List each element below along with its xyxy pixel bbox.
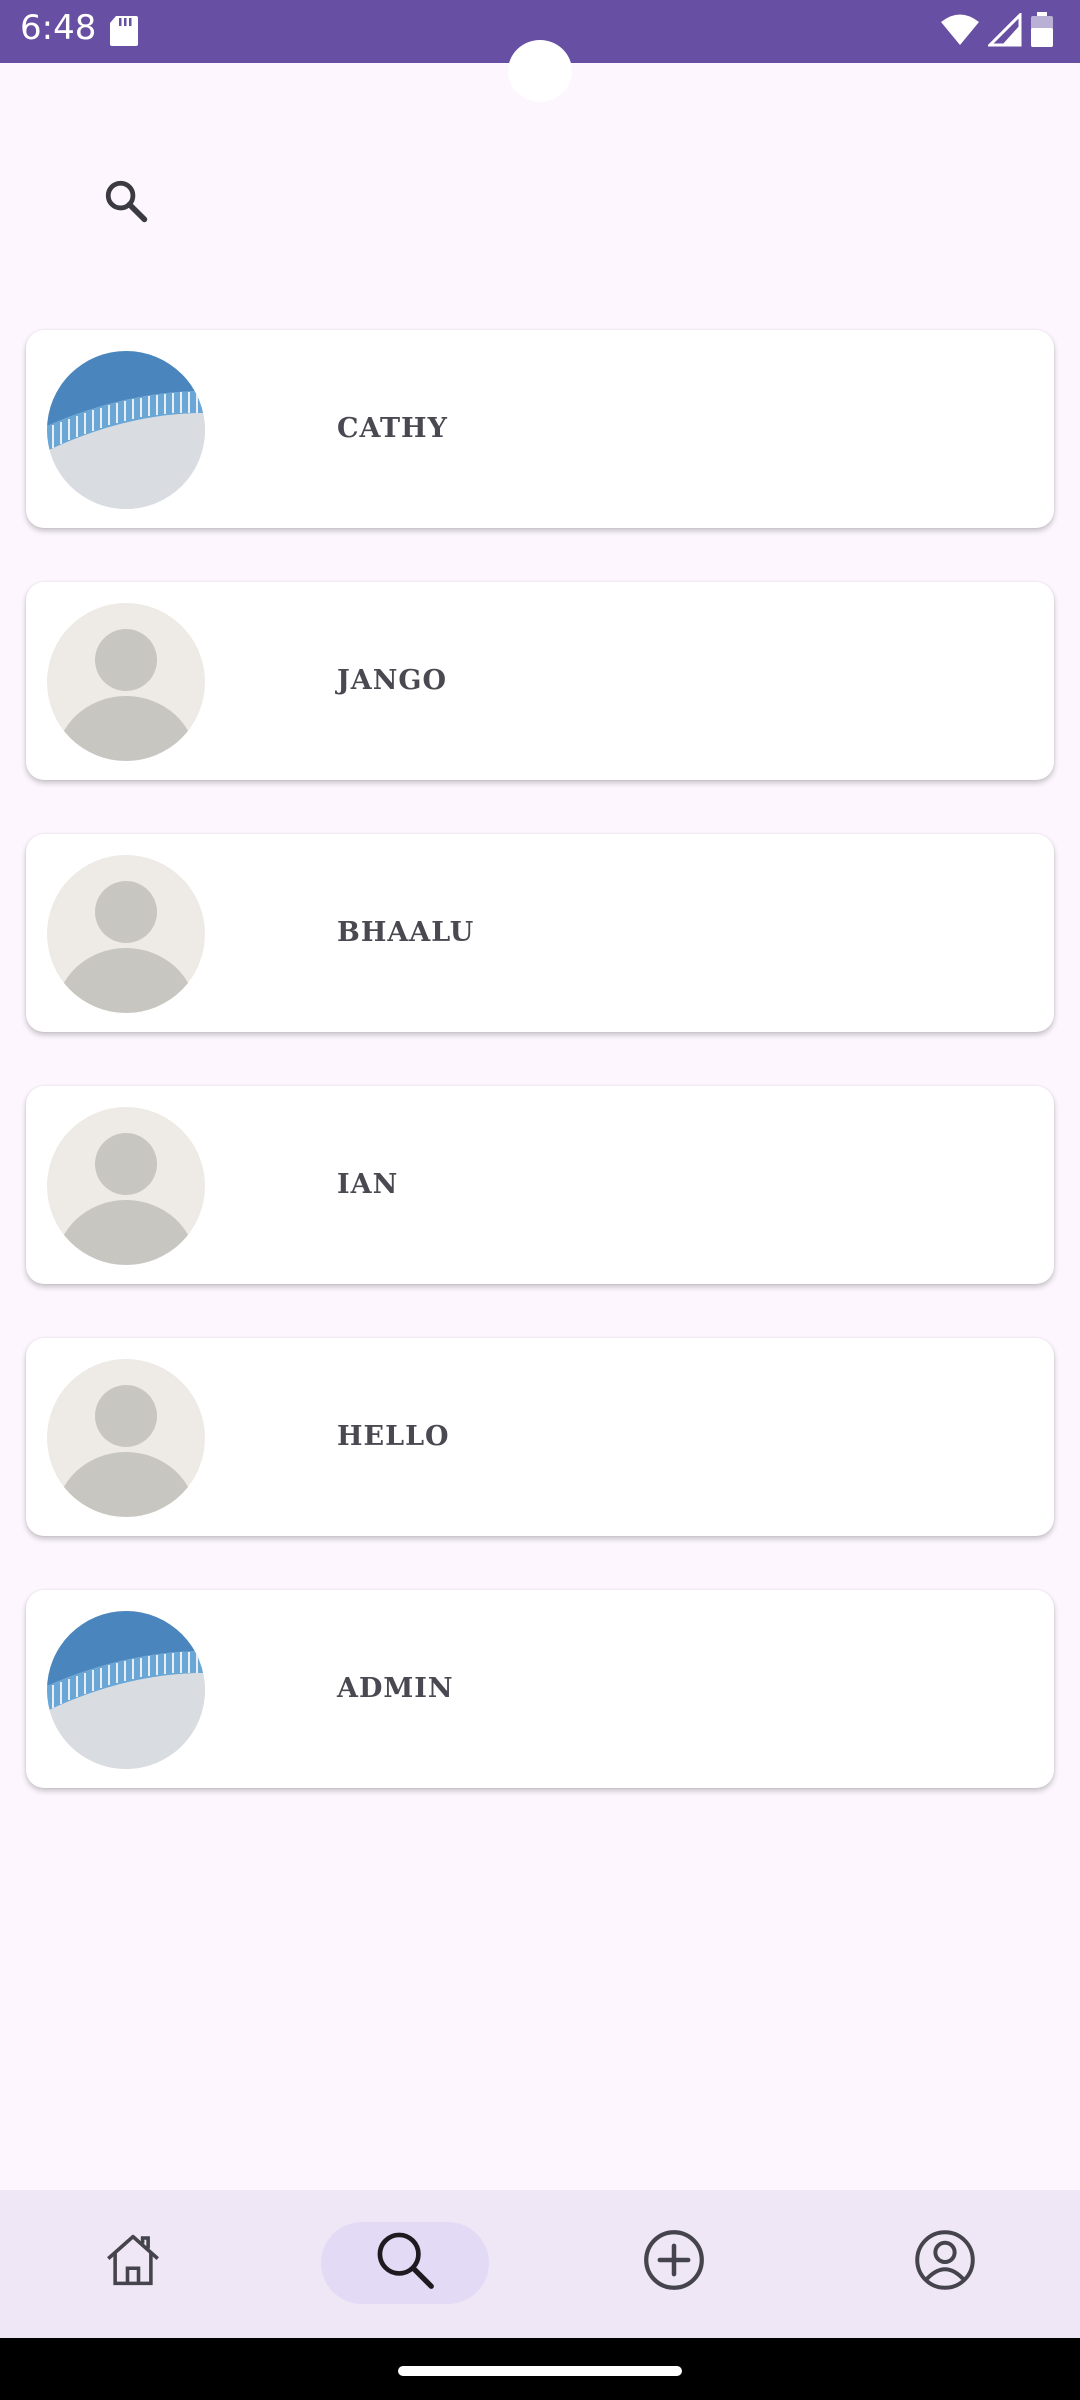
battery-icon xyxy=(1031,12,1053,47)
status-time: 6:48 xyxy=(20,8,97,48)
user-name: BHAALU xyxy=(337,917,475,948)
account-circle-icon xyxy=(915,2230,975,2290)
nav-profile[interactable] xyxy=(885,2220,1005,2300)
user-avatar xyxy=(47,351,205,509)
person-placeholder-icon xyxy=(47,855,205,1013)
search-button[interactable] xyxy=(90,165,162,237)
user-card[interactable]: ADMIN xyxy=(26,1590,1054,1788)
user-avatar xyxy=(47,855,205,1013)
nav-add[interactable] xyxy=(614,2220,734,2300)
sd-card-icon xyxy=(110,16,138,46)
status-icons xyxy=(940,12,1054,48)
signal-icon xyxy=(988,13,1022,47)
avatar-photo xyxy=(47,1611,205,1769)
user-avatar xyxy=(47,1359,205,1517)
home-icon xyxy=(107,2234,159,2286)
user-name: CATHY xyxy=(337,413,448,444)
user-avatar xyxy=(47,1107,205,1265)
user-card[interactable]: IAN xyxy=(26,1086,1054,1284)
avatar-photo xyxy=(47,351,205,509)
user-name: IAN xyxy=(337,1169,399,1200)
user-name: JANGO xyxy=(337,665,447,696)
search-icon xyxy=(377,2232,434,2289)
user-avatar xyxy=(47,1611,205,1769)
person-placeholder-icon xyxy=(47,603,205,761)
search-icon xyxy=(105,180,148,223)
camera-cutout xyxy=(508,40,572,102)
nav-search[interactable] xyxy=(345,2220,465,2300)
add-circle-icon xyxy=(644,2230,704,2290)
nav-home[interactable] xyxy=(73,2220,193,2300)
person-placeholder-icon xyxy=(47,1359,205,1517)
person-placeholder-icon xyxy=(47,1107,205,1265)
system-gesture-bar xyxy=(0,2338,1080,2400)
user-name: HELLO xyxy=(337,1421,450,1452)
user-avatar xyxy=(47,603,205,761)
user-name: ADMIN xyxy=(337,1673,454,1704)
user-card[interactable]: BHAALU xyxy=(26,834,1054,1032)
user-card[interactable]: HELLO xyxy=(26,1338,1054,1536)
home-gesture-handle[interactable] xyxy=(398,2366,682,2376)
wifi-icon xyxy=(941,14,979,45)
user-card[interactable]: CATHY xyxy=(26,330,1054,528)
bottom-navigation xyxy=(0,2190,1080,2338)
user-card[interactable]: JANGO xyxy=(26,582,1054,780)
